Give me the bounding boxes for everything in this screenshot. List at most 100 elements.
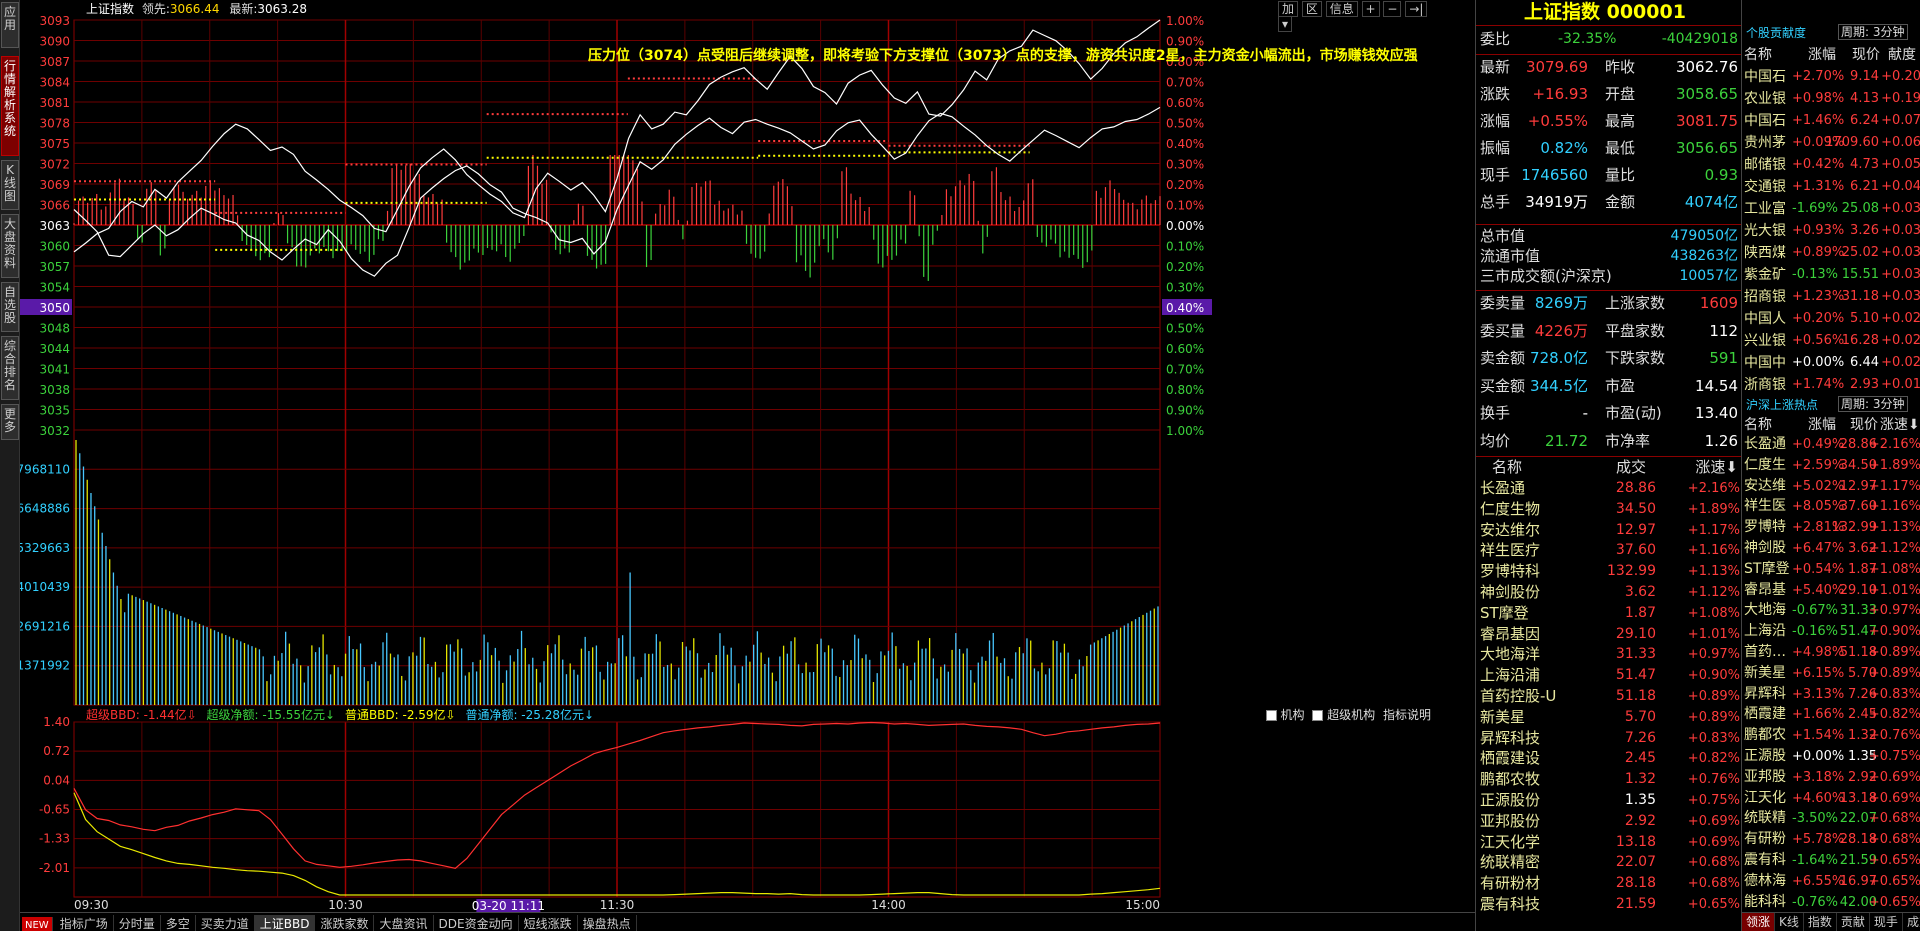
stock-row[interactable]: 栖霞建设 2.45 +0.82% [1476,748,1742,769]
left-tab-analysis[interactable]: 行情解析系统 [1,56,19,156]
tab-market-news[interactable]: 大盘资讯 [374,915,434,931]
stock-row[interactable]: 长盈通 28.86 +2.16% [1476,478,1742,499]
hot-row[interactable]: 大地海 -0.67% 31.33 +0.97% [1742,600,1920,621]
stock-row[interactable]: 大地海洋 31.33 +0.97% [1476,644,1742,665]
hot-row[interactable]: 罗博特 +2.81% 132.99 +1.13% [1742,517,1920,538]
hot-row[interactable]: 有研粉 +5.78% 28.18 +0.68% [1742,829,1920,850]
left-tab-ranking[interactable]: 综合排名 [1,336,19,400]
stock-row[interactable]: 祥生医疗 37.60 +1.16% [1476,540,1742,561]
hot-row[interactable]: 祥生医 +8.05% 37.60 +1.16% [1742,496,1920,517]
hot-row[interactable]: 能科科 -0.76% 42.00 +0.65% [1742,892,1920,913]
left-tab-kline[interactable]: K线图 [1,160,19,210]
hot-row[interactable]: ST摩登 +0.54% 1.87 +1.08% [1742,559,1920,580]
stock-row[interactable]: 首药控股-U 51.18 +0.89% [1476,686,1742,707]
stock-row[interactable]: 有研粉材 28.18 +0.68% [1476,873,1742,894]
contrib-row[interactable]: 工业富 -1.69% 25.08 +0.03 [1742,198,1920,220]
contrib-row[interactable]: 中国石 +2.70% 9.14 +0.20 [1742,66,1920,88]
contrib-col-degree[interactable]: 献度 [1888,44,1916,66]
hot-row[interactable]: 睿昂基 +5.40% 29.10 +1.01% [1742,580,1920,601]
stock-row[interactable]: 新美星 5.70 +0.89% [1476,707,1742,728]
hot-row[interactable]: 鹏都农 +1.54% 1.32 +0.76% [1742,725,1920,746]
col-name-header[interactable]: 名称 [1492,456,1522,478]
hot-row[interactable]: 德林海 +6.55% 16.97 +0.65% [1742,871,1920,892]
stock-row[interactable]: 统联精密 22.07 +0.68% [1476,852,1742,873]
hot-row[interactable]: 神剑股 +6.47% 3.62 +1.12% [1742,538,1920,559]
hot-row[interactable]: 上海沿 -0.16% 51.47 +0.90% [1742,621,1920,642]
tab-indicator-square[interactable]: 指标广场 [55,915,114,931]
contrib-row[interactable]: 招商银 +1.23% 31.18 +0.03 [1742,286,1920,308]
jump-end-icon[interactable]: →| [1405,1,1428,17]
add-button[interactable]: 加 [1278,1,1299,17]
super-institution-label[interactable]: 超级机构 [1327,708,1375,722]
hot-col-speed[interactable]: 涨速⬇ [1880,414,1920,436]
tab-intraday-volume[interactable]: 分时量 [114,915,161,931]
contrib-col-price[interactable]: 现价 [1852,44,1880,66]
zoom-out-icon[interactable]: − [1383,1,1402,17]
intraday-chart[interactable]: 3093 1.00% 3090 0.90% 3087 0.80% 3084 0.70% 3081… [17,0,1475,913]
contrib-row[interactable]: 中国人 +0.20% 5.10 +0.02 [1742,308,1920,330]
contrib-row[interactable]: 浙商银 +1.74% 2.93 +0.01 [1742,374,1920,396]
contrib-row[interactable]: 兴业银 +0.56% 16.28 +0.02 [1742,330,1920,352]
contrib-period-select[interactable]: 周期: 3分钟 [1838,24,1908,40]
contrib-row[interactable]: 紫金矿 -0.13% 15.51 +0.03 [1742,264,1920,286]
indicator-help-link[interactable]: 指标说明 [1383,708,1431,722]
tab-shanghai-bbd[interactable]: 上证BBD [254,915,316,931]
hot-row[interactable]: 正源股 +0.00% 1.35 +0.75% [1742,746,1920,767]
left-tab-more[interactable]: 更多 [1,404,19,440]
checkbox-icon[interactable] [1265,710,1277,721]
stock-row[interactable]: 仁度生物 34.50 +1.89% [1476,499,1742,520]
tab-advance-decline[interactable]: 涨跌家数 [315,915,375,931]
col-trade-header[interactable]: 成交 [1616,456,1646,478]
chart-svg[interactable]: 3093 1.00% 3090 0.90% 3087 0.80% 3084 0.70% 3081… [17,0,1475,913]
stock-row[interactable]: 神剑股份 3.62 +1.12% [1476,582,1742,603]
hot-col-name[interactable]: 名称 [1744,414,1772,436]
contrib-row[interactable]: 光大银 +0.93% 3.26 +0.03 [1742,220,1920,242]
hot-row[interactable]: 栖霞建 +1.66% 2.45 +0.82% [1742,704,1920,725]
contrib-row[interactable]: 贵州茅 +0.09% 1709.60 +0.06 [1742,132,1920,154]
tab-current-hand[interactable]: 现手 [1870,913,1903,931]
stock-row[interactable]: ST摩登 1.87 +1.08% [1476,603,1742,624]
col-speed-header[interactable]: 涨速⬇ [1695,456,1738,478]
stock-row[interactable]: 上海沿浦 51.47 +0.90% [1476,665,1742,686]
tab-volume[interactable]: 成交量 [1903,913,1920,931]
checkbox-icon[interactable] [1312,710,1324,721]
stock-row[interactable]: 罗博特科 132.99 +1.13% [1476,561,1742,582]
tab-buy-sell-power[interactable]: 买卖力道 [196,915,255,931]
stock-row[interactable]: 震有科技 21.59 +0.65% [1476,894,1742,915]
stock-row[interactable]: 江天化学 13.18 +0.69% [1476,832,1742,853]
range-button[interactable]: 区 [1301,1,1322,17]
tab-kline[interactable]: K线 [1775,913,1804,931]
hot-row[interactable]: 长盈通 +0.49% 28.86 +2.16% [1742,434,1920,455]
left-tab-market-info[interactable]: 大盘资料 [1,214,19,278]
tab-long-short[interactable]: 多空 [161,915,196,931]
contrib-row[interactable]: 陕西煤 +0.89% 25.02 +0.03 [1742,242,1920,264]
left-tab-watchlist[interactable]: 自选股 [1,282,19,332]
stock-row[interactable]: 正源股份 1.35 +0.75% [1476,790,1742,811]
tab-hotspots[interactable]: 操盘热点 [578,915,637,931]
tab-contribution[interactable]: 贡献 [1837,913,1870,931]
hot-row[interactable]: 亚邦股 +3.18% 2.92 +0.69% [1742,767,1920,788]
tab-dde-flow[interactable]: DDE资金动向 [434,915,519,931]
stock-row[interactable]: 亚邦股份 2.92 +0.69% [1476,811,1742,832]
hot-row[interactable]: 震有科 -1.64% 21.59 +0.65% [1742,850,1920,871]
stock-row[interactable]: 睿昂基因 29.10 +1.01% [1476,624,1742,645]
hot-period-select[interactable]: 周期: 3分钟 [1838,396,1908,412]
contrib-row[interactable]: 邮储银 +0.42% 4.73 +0.05 [1742,154,1920,176]
hot-row[interactable]: 仁度生 +2.59% 34.50 +1.89% [1742,455,1920,476]
tab-short-term[interactable]: 短线涨跌 [519,915,578,931]
left-tab-apps[interactable]: 应用 [1,2,19,48]
contrib-row[interactable]: 中国中 +0.00% 6.44 +0.02 [1742,352,1920,374]
zoom-in-icon[interactable]: + [1361,1,1380,17]
contrib-row[interactable]: 农业银 +0.98% 4.13 +0.19 [1742,88,1920,110]
hot-col-chg[interactable]: 涨幅 [1808,414,1836,436]
info-button[interactable]: 信息 [1325,1,1358,17]
hot-row[interactable]: 新美星 +6.15% 5.70 +0.89% [1742,663,1920,684]
tab-leaders[interactable]: 领涨 [1742,913,1776,931]
institution-label[interactable]: 机构 [1280,708,1304,722]
stock-row[interactable]: 安达维尔 12.97 +1.17% [1476,520,1742,541]
hot-row[interactable]: 江天化 +4.60% 13.18 +0.69% [1742,788,1920,809]
contrib-row[interactable]: 中国石 +1.46% 6.24 +0.07 [1742,110,1920,132]
contrib-col-chg[interactable]: 涨幅 [1808,44,1836,66]
contrib-row[interactable]: 交通银 +1.31% 6.21 +0.04 [1742,176,1920,198]
tab-index[interactable]: 指数 [1804,913,1837,931]
